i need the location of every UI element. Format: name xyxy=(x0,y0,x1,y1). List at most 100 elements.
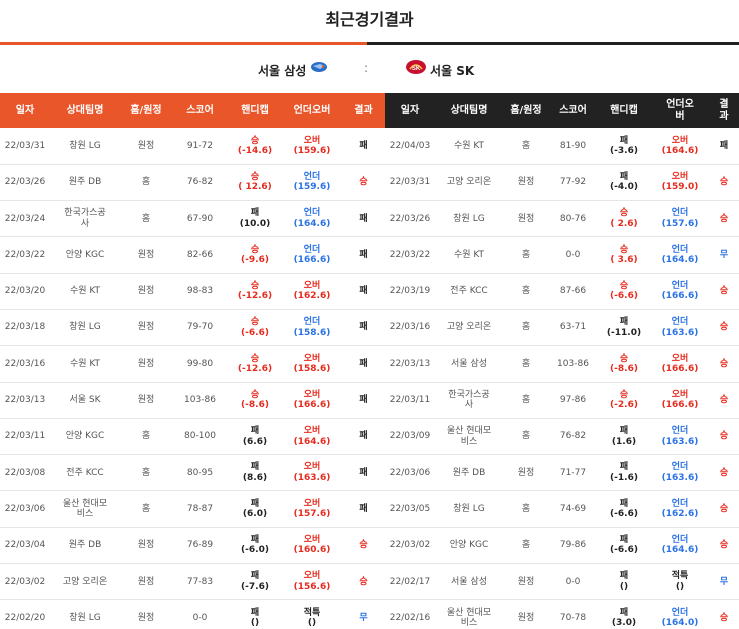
handicap-value: (-8.6) xyxy=(610,363,638,374)
under-over-value: (163.6) xyxy=(661,327,699,338)
handicap-result: 패 xyxy=(250,462,260,473)
under-over-result: 언더 xyxy=(303,244,321,255)
left-table-row[interactable]: 22/03/31 창원 LG 원정 91-72 승 (-14.6) 오버 (159.6) 패 xyxy=(0,128,385,165)
handicap-result: 패 xyxy=(250,535,260,546)
right-table-row[interactable]: 22/03/19 전주 KCC 홈 87-66 승 (-6.6) 언더 (166.6) 승 xyxy=(385,273,739,310)
handicap-result: 패 xyxy=(250,571,260,582)
cell-opp: 원주 DB xyxy=(435,454,503,492)
result-badge: 패 xyxy=(342,490,385,528)
left-table-row[interactable]: 22/03/04 원주 DB 원정 76-89 패 (-6.0) 오버 (160.6) 승 xyxy=(0,527,385,565)
cell-text: 홈 xyxy=(521,395,531,406)
right-header-cell: 상대팀명 xyxy=(435,93,503,128)
right-table-row[interactable]: 22/03/31 고양 오리온 원정 77-92 패 (-4.0) 오버 (159.0) 승 xyxy=(385,164,739,202)
right-table-row[interactable]: 22/02/16 울산 현대모 비스 원정 70-78 패 (3.0) 언더 (164.0) 승 xyxy=(385,599,739,629)
cell-score: 71-77 xyxy=(549,454,597,492)
under-over-result: 언더 xyxy=(671,208,689,219)
right-table-row[interactable]: 22/03/16 고양 오리온 홈 63-71 패 (-11.0) 언더 (163.6) 승 xyxy=(385,309,739,347)
right-table-row[interactable]: 22/03/22 수원 KT 홈 0-0 승( 3.6) 언더 (164.6) 무 xyxy=(385,236,739,274)
handicap-result: 승 xyxy=(250,172,260,183)
under-over-value: (162.6) xyxy=(293,291,331,302)
cell-text: 원주 DB xyxy=(68,177,102,188)
cell-score: 76-82 xyxy=(549,418,597,456)
cell-text: 70-78 xyxy=(559,612,587,623)
cell-date: 22/03/08 xyxy=(0,454,50,492)
cell-text: 76-89 xyxy=(186,540,214,551)
under-over-value: (159.6) xyxy=(293,145,331,156)
handicap-value: (6.6) xyxy=(242,436,268,447)
right-table-row[interactable]: 22/03/13 서울 삼성 홈 103-86 승 (-8.6) 오버 (166.6) 승 xyxy=(385,345,739,383)
left-table-row[interactable]: 22/03/08 전주 KCC 홈 80-95 패 (8.6) 오버 (163.6) 패 xyxy=(0,454,385,492)
left-table-row[interactable]: 22/03/16 수원 KT 원정 99-80 승 (-12.6) 오버 (158.6) 패 xyxy=(0,345,385,383)
right-table-row[interactable]: 22/03/26 창원 LG 원정 80-76 승( 2.6) 언더 (157.6) 승 xyxy=(385,200,739,238)
cell-text: 22/03/05 xyxy=(389,503,431,514)
right-table-row[interactable]: 22/02/17 서울 삼성 원정 0-0 패() 적특() 무 xyxy=(385,563,739,601)
cell-text: 22/03/13 xyxy=(4,395,46,406)
matchup-header: 서울 삼성 : SK 서울 SK xyxy=(0,45,739,93)
header-label: 버 xyxy=(675,110,685,122)
cell-score: 79-86 xyxy=(549,527,597,565)
cell-text: 비스 xyxy=(76,509,94,520)
cell-handicap: 승( 3.6) xyxy=(597,236,651,274)
cell-handicap: 패 (-4.0) xyxy=(597,164,651,202)
cell-text: 87-66 xyxy=(559,286,587,297)
right-table-row[interactable]: 22/03/02 안양 KGC 홈 79-86 패 (-6.6) 언더 (164.6) 승 xyxy=(385,527,739,565)
cell-handicap: 패 (-1.6) xyxy=(597,454,651,492)
samsung-thunders-logo-icon xyxy=(311,62,327,72)
cell-text: 22/03/08 xyxy=(4,467,46,478)
cell-text: 0-0 xyxy=(565,576,581,587)
right-table-row[interactable]: 22/04/03 수원 KT 홈 81-90 패 (-3.6) 오버 (164.6) 패 xyxy=(385,128,739,165)
cell-text: 79-70 xyxy=(186,322,214,333)
left-table-row[interactable]: 22/03/24 한국가스공 사 홈 67-90 패 (10.0) 언더 (164.6) 패 xyxy=(0,200,385,238)
under-over-result: 언더 xyxy=(303,317,321,328)
right-table-row[interactable]: 22/03/05 창원 LG 홈 74-69 패 (-6.6) 언더 (162.6) 승 xyxy=(385,490,739,528)
left-table-row[interactable]: 22/03/11 안양 KGC 홈 80-100 패 (6.6) 오버 (164.6) 패 xyxy=(0,418,385,456)
cell-under-over: 언더 (164.0) xyxy=(651,599,709,629)
under-over-value: (164.6) xyxy=(293,436,331,447)
result-badge: 무 xyxy=(342,599,385,629)
left-table-row[interactable]: 22/03/13 서울 SK 원정 103-86 승 (-8.6) 오버 (166.6) 패 xyxy=(0,382,385,419)
left-table-row[interactable]: 22/02/20 창원 LG 원정 0-0 패() 적특() 무 xyxy=(0,599,385,629)
result-badge: 무 xyxy=(709,563,739,601)
handicap-value: ( 3.6) xyxy=(610,255,638,266)
right-table-row[interactable]: 22/03/11 한국가스공 사 홈 97-86 승 (-2.6) 오버 (166.6) 승 xyxy=(385,382,739,419)
right-table-row[interactable]: 22/03/09 울산 현대모 비스 홈 76-82 패 (1.6) 언더 (163.6) 승 xyxy=(385,418,739,456)
cell-date: 22/03/24 xyxy=(0,200,50,238)
handicap-result: 패 xyxy=(619,571,629,582)
left-table-row[interactable]: 22/03/22 안양 KGC 원정 82-66 승 (-9.6) 언더 (166.6) 패 xyxy=(0,236,385,274)
cell-handicap: 패() xyxy=(228,599,282,629)
cell-score: 81-90 xyxy=(549,128,597,165)
left-table-row[interactable]: 22/03/26 원주 DB 홈 76-82 승( 12.6) 언더 (159.6) 승 xyxy=(0,164,385,202)
handicap-result: 패 xyxy=(619,607,629,618)
cell-under-over: 적특() xyxy=(651,563,709,601)
under-over-result: 오버 xyxy=(303,280,321,291)
cell-date: 22/03/26 xyxy=(385,200,435,238)
left-table-row[interactable]: 22/03/18 창원 LG 원정 79-70 승 (-6.6) 언더 (158.6) 패 xyxy=(0,309,385,347)
under-over-result: 언더 xyxy=(303,208,321,219)
cell-date: 22/03/16 xyxy=(385,309,435,347)
cell-opp: 울산 현대모 비스 xyxy=(435,599,503,629)
cell-score: 0-0 xyxy=(549,236,597,274)
cell-score: 97-86 xyxy=(549,382,597,419)
left-table-row[interactable]: 22/03/06 울산 현대모 비스 홈 78-87 패 (6.0) 오버 (157.6) 패 xyxy=(0,490,385,528)
cell-ha: 홈 xyxy=(503,128,549,165)
cell-text: 0-0 xyxy=(192,612,208,623)
result-badge: 무 xyxy=(709,236,739,274)
cell-text: 77-83 xyxy=(186,576,214,587)
cell-under-over: 언더 (166.6) xyxy=(651,273,709,310)
cell-under-over: 언더 (163.6) xyxy=(651,309,709,347)
cell-text: 22/03/20 xyxy=(4,286,46,297)
handicap-value: (10.0) xyxy=(239,218,271,229)
cell-text: 91-72 xyxy=(186,140,214,151)
cell-handicap: 승( 2.6) xyxy=(597,200,651,238)
cell-date: 22/03/22 xyxy=(0,236,50,274)
right-table-row[interactable]: 22/03/06 원주 DB 원정 71-77 패 (-1.6) 언더 (163.6) 승 xyxy=(385,454,739,492)
left-table-row[interactable]: 22/03/02 고양 오리온 원정 77-83 패 (-7.6) 오버 (156.6) 승 xyxy=(0,563,385,601)
header-label: 일자 xyxy=(15,104,35,116)
cell-text: 22/03/02 xyxy=(389,540,431,551)
under-over-result: 언더 xyxy=(671,498,689,509)
under-over-value: (166.6) xyxy=(661,400,699,411)
cell-text: 울산 현대모 xyxy=(446,607,492,618)
result-badge: 승 xyxy=(709,527,739,565)
cell-text: 원정 xyxy=(517,612,535,623)
left-table-row[interactable]: 22/03/20 수원 KT 원정 98-83 승 (-12.6) 오버 (162.6) 패 xyxy=(0,273,385,310)
